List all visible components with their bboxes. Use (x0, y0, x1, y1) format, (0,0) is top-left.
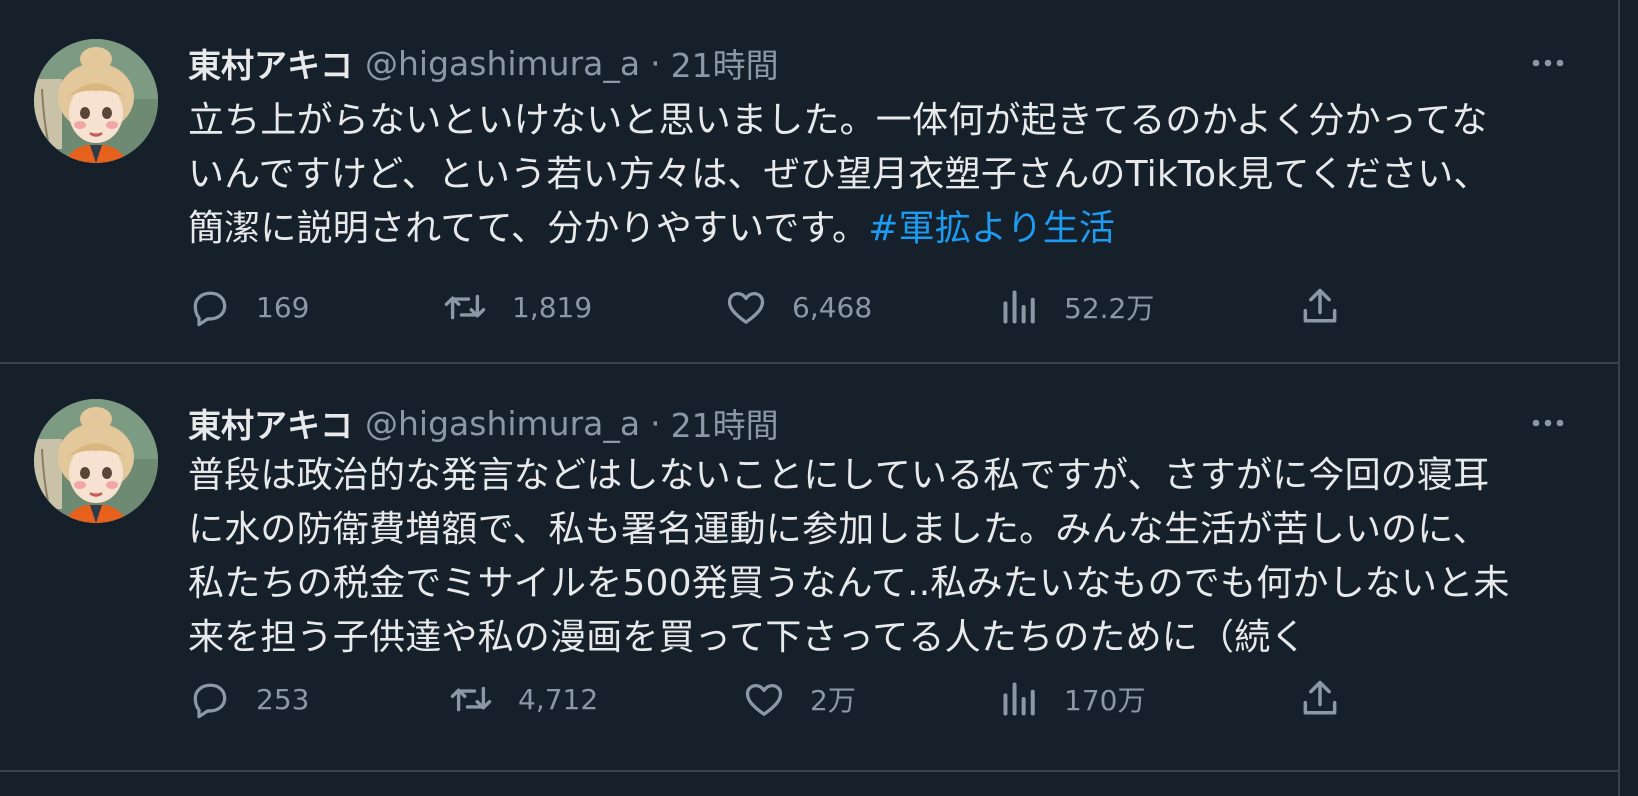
tweet-text-line: いんですけど、という若い方々は、ぜひ望月衣塑子さんのTikTok見てください、 (188, 154, 1490, 195)
retweet-button[interactable]: 4,712 (448, 674, 598, 724)
author-name[interactable]: 東村アキコ (188, 399, 353, 447)
avatar[interactable] (34, 39, 158, 163)
reply-count: 169 (256, 290, 310, 324)
reply-button[interactable]: 253 (188, 674, 309, 724)
like-button[interactable]: 2万 (742, 674, 856, 724)
tweet-text-line: 普段は政治的な発言などはしないことにしている私ですが、さすがに今回の寝耳 (188, 455, 1490, 496)
like-button[interactable]: 6,468 (724, 282, 872, 332)
separator-dot: · (650, 43, 661, 83)
author-handle[interactable]: @higashimura_a (365, 44, 640, 83)
separator-dot: · (650, 403, 661, 443)
speech-bubble-icon (193, 683, 227, 719)
tweet-text: 立ち上がらないといけないと思いました。一体何が起きてるのかよく分かってな いんで… (188, 94, 1578, 256)
views-count: 170万 (1064, 684, 1146, 717)
retweet-count: 1,819 (512, 290, 593, 324)
tweet-text-line: 簡潔に説明されてて、分かりやすいです。#軍拡より生活 (188, 202, 1578, 256)
retweet-arrows-icon (444, 294, 486, 320)
avatar[interactable] (34, 399, 158, 523)
heart-icon (745, 683, 783, 716)
heart-icon (727, 291, 765, 324)
tweet[interactable]: 東村アキコ @higashimura_a · 21時間 立ち上がらないといけない… (0, 0, 1618, 362)
bar-chart-icon (1003, 682, 1035, 716)
tweet-text-line: に水の防衛費増額で、私も署名運動に参加しました。みんな生活が苦しいのに、 (188, 509, 1489, 550)
views-button[interactable]: 170万 (1000, 674, 1145, 724)
tweet-text-segment: 簡潔に説明されてて、分かりやすいです。 (188, 208, 869, 249)
tweet-text-line: 私たちの税金でミサイルを500発買うなんて..私みたいなものでも何かしないと未 (188, 563, 1510, 604)
tweet[interactable]: 東村アキコ @higashimura_a · 21時間 普段は政治的な発言などは… (0, 364, 1618, 770)
speech-bubble-icon (193, 291, 227, 327)
tweet-header: 東村アキコ @higashimura_a · 21時間 (188, 38, 779, 88)
more-dots-icon (1532, 419, 1564, 427)
timestamp[interactable]: 21時間 (671, 39, 779, 87)
retweet-button[interactable]: 1,819 (442, 282, 592, 332)
timeline: 東村アキコ @higashimura_a · 21時間 立ち上がらないといけない… (0, 0, 1618, 796)
retweet-count: 4,712 (518, 682, 599, 716)
retweet-arrows-icon (450, 686, 492, 712)
tweet-text: 普段は政治的な発言などはしないことにしている私ですが、さすがに今回の寝耳 に水の… (188, 449, 1578, 665)
tweet-actions: 169 1,819 6,468 52.2万 (188, 282, 1338, 332)
share-button[interactable] (1298, 674, 1342, 724)
like-count: 6,468 (792, 290, 873, 324)
hashtag-link[interactable]: #軍拡より生活 (868, 208, 1115, 249)
timestamp[interactable]: 21時間 (671, 399, 779, 447)
column-border (1618, 0, 1620, 796)
tweet-text-line: 立ち上がらないといけないと思いました。一体何が起きてるのかよく分かってな (188, 100, 1488, 141)
avatar-illustration (34, 399, 158, 523)
more-options-button[interactable] (1530, 405, 1566, 441)
author-handle[interactable]: @higashimura_a (365, 404, 640, 443)
share-upload-icon (1303, 680, 1337, 715)
avatar-illustration (34, 39, 158, 163)
tweet-actions: 253 4,712 2万 170万 (188, 674, 1338, 724)
tweet-header: 東村アキコ @higashimura_a · 21時間 (188, 398, 779, 448)
reply-count: 253 (256, 682, 310, 716)
like-count: 2万 (810, 684, 856, 717)
tweet-text-line: 来を担う子供達や私の漫画を買って下さってる人たちのために（続く (188, 617, 1307, 658)
author-name[interactable]: 東村アキコ (188, 39, 353, 87)
tweet-divider (0, 770, 1618, 772)
views-count: 52.2万 (1064, 292, 1155, 325)
views-button[interactable]: 52.2万 (1000, 282, 1154, 332)
more-dots-icon (1532, 59, 1564, 67)
more-options-button[interactable] (1530, 45, 1566, 81)
reply-button[interactable]: 169 (188, 282, 309, 332)
bar-chart-icon (1003, 290, 1035, 324)
share-button[interactable] (1298, 282, 1342, 332)
share-upload-icon (1303, 288, 1337, 323)
